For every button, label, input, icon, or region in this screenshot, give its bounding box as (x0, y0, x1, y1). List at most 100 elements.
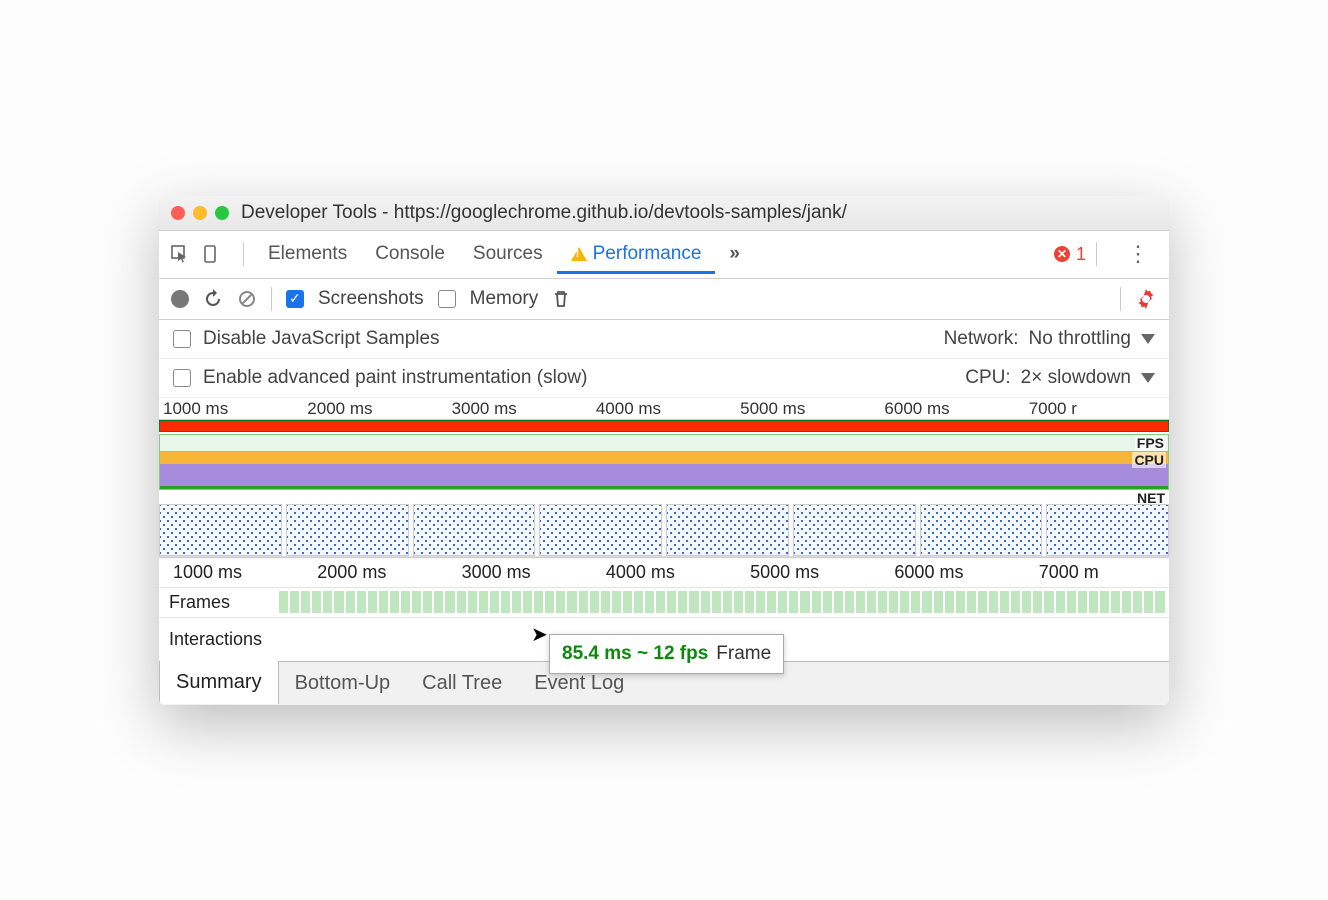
screenshot-thumb[interactable] (1046, 504, 1169, 556)
disable-js-samples-checkbox[interactable] (173, 330, 191, 348)
cpu-throttle-select[interactable]: 2× slowdown (1021, 367, 1131, 389)
inspect-icon[interactable] (169, 243, 191, 265)
screenshot-thumb[interactable] (159, 504, 282, 556)
tab-call-tree[interactable]: Call Tree (406, 662, 518, 705)
frame-cell[interactable] (468, 591, 477, 613)
record-button[interactable] (171, 290, 189, 308)
frame-cell[interactable] (734, 591, 743, 613)
frame-cell[interactable] (645, 591, 654, 613)
frame-cell[interactable] (1056, 591, 1065, 613)
frame-cell[interactable] (423, 591, 432, 613)
frame-cell[interactable] (667, 591, 676, 613)
frame-cell[interactable] (279, 591, 288, 613)
frame-cell[interactable] (767, 591, 776, 613)
frame-cell[interactable] (567, 591, 576, 613)
frame-cell[interactable] (889, 591, 898, 613)
frame-cell[interactable] (501, 591, 510, 613)
frame-cell[interactable] (789, 591, 798, 613)
frame-cell[interactable] (1111, 591, 1120, 613)
frame-cell[interactable] (323, 591, 332, 613)
frame-cell[interactable] (390, 591, 399, 613)
tab-sources[interactable]: Sources (459, 235, 557, 273)
memory-checkbox[interactable] (438, 290, 456, 308)
screenshot-thumb[interactable] (286, 504, 409, 556)
zoom-window-button[interactable] (215, 206, 229, 220)
frame-cell[interactable] (357, 591, 366, 613)
frame-cell[interactable] (312, 591, 321, 613)
frame-cell[interactable] (1122, 591, 1131, 613)
dropdown-icon[interactable] (1141, 373, 1155, 383)
screenshots-checkbox[interactable] (286, 290, 304, 308)
frame-cell[interactable] (1155, 591, 1164, 613)
more-options-icon[interactable]: ⋮ (1117, 241, 1159, 267)
frame-cell[interactable] (1133, 591, 1142, 613)
frame-cell[interactable] (334, 591, 343, 613)
frame-cell[interactable] (745, 591, 754, 613)
frame-cell[interactable] (800, 591, 809, 613)
frame-cell[interactable] (900, 591, 909, 613)
clear-button[interactable] (237, 289, 257, 309)
frame-cell[interactable] (878, 591, 887, 613)
frame-cell[interactable] (678, 591, 687, 613)
frame-cell[interactable] (479, 591, 488, 613)
frame-cell[interactable] (812, 591, 821, 613)
frame-cell[interactable] (989, 591, 998, 613)
frame-cell[interactable] (1033, 591, 1042, 613)
frame-cell[interactable] (1144, 591, 1153, 613)
frame-cell[interactable] (545, 591, 554, 613)
device-toolbar-icon[interactable] (201, 243, 223, 265)
frame-cell[interactable] (1089, 591, 1098, 613)
tab-summary[interactable]: Summary (159, 661, 279, 704)
frame-cell[interactable] (778, 591, 787, 613)
frame-cell[interactable] (834, 591, 843, 613)
frame-cell[interactable] (434, 591, 443, 613)
frame-cell[interactable] (978, 591, 987, 613)
frame-cell[interactable] (590, 591, 599, 613)
frame-cell[interactable] (346, 591, 355, 613)
frame-cell[interactable] (1044, 591, 1053, 613)
frame-cell[interactable] (945, 591, 954, 613)
interactions-track[interactable]: Interactions ➤ 85.4 ms ~ 12 fps Frame (159, 617, 1169, 661)
reload-record-button[interactable] (203, 289, 223, 309)
frame-cell[interactable] (523, 591, 532, 613)
frame-cell[interactable] (1100, 591, 1109, 613)
frame-cell[interactable] (1067, 591, 1076, 613)
frame-cell[interactable] (623, 591, 632, 613)
frame-cell[interactable] (512, 591, 521, 613)
tab-console[interactable]: Console (361, 235, 459, 273)
error-count[interactable]: ✕ 1 (1054, 244, 1086, 265)
close-window-button[interactable] (171, 206, 185, 220)
frame-cell[interactable] (689, 591, 698, 613)
capture-settings-button[interactable] (1135, 288, 1157, 310)
frames-strip[interactable] (275, 591, 1169, 613)
screenshot-filmstrip[interactable] (159, 502, 1169, 556)
tab-bottom-up[interactable]: Bottom-Up (279, 662, 407, 705)
frame-cell[interactable] (845, 591, 854, 613)
dropdown-icon[interactable] (1141, 334, 1155, 344)
frame-cell[interactable] (867, 591, 876, 613)
frame-cell[interactable] (1022, 591, 1031, 613)
frame-cell[interactable] (656, 591, 665, 613)
frame-cell[interactable] (723, 591, 732, 613)
tab-performance[interactable]: Performance (557, 235, 716, 274)
enable-paint-checkbox[interactable] (173, 369, 191, 387)
screenshot-thumb[interactable] (539, 504, 662, 556)
frame-cell[interactable] (290, 591, 299, 613)
frame-cell[interactable] (823, 591, 832, 613)
frame-cell[interactable] (756, 591, 765, 613)
frames-track[interactable]: Frames (159, 587, 1169, 617)
tab-elements[interactable]: Elements (254, 235, 361, 273)
frame-cell[interactable] (457, 591, 466, 613)
overview-pane[interactable]: 1000 ms 2000 ms 3000 ms 4000 ms 5000 ms … (159, 398, 1169, 557)
frame-cell[interactable] (401, 591, 410, 613)
frame-cell[interactable] (1011, 591, 1020, 613)
frame-cell[interactable] (967, 591, 976, 613)
frame-cell[interactable] (956, 591, 965, 613)
overview-ruler[interactable]: 1000 ms 2000 ms 3000 ms 4000 ms 5000 ms … (159, 398, 1169, 420)
frame-cell[interactable] (579, 591, 588, 613)
frame-cell[interactable] (701, 591, 710, 613)
screenshot-thumb[interactable] (920, 504, 1043, 556)
frame-cell[interactable] (379, 591, 388, 613)
frame-cell[interactable] (556, 591, 565, 613)
frame-cell[interactable] (534, 591, 543, 613)
